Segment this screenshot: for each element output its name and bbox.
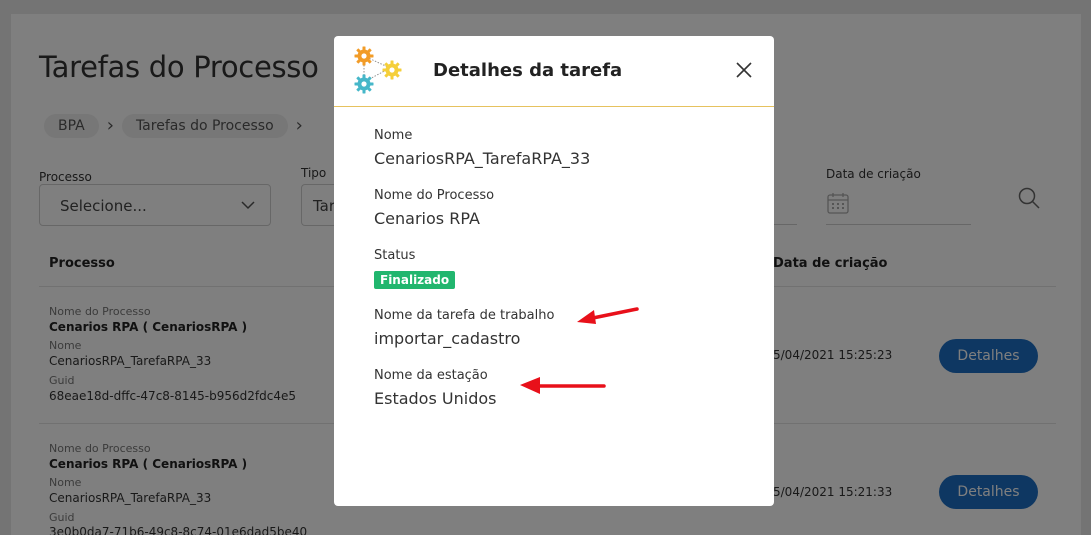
modal-header: Detalhes da tarefa [334, 36, 774, 107]
status-label: Status [374, 248, 416, 263]
tarefa-trabalho-label: Nome da tarefa de trabalho [374, 308, 555, 323]
gears-logo-icon [354, 46, 402, 94]
estacao-value: Estados Unidos [374, 389, 497, 408]
estacao-label: Nome da estação [374, 368, 488, 383]
processo-value: Cenarios RPA [374, 209, 480, 228]
modal-title: Detalhes da tarefa [433, 60, 623, 81]
close-icon[interactable] [734, 60, 754, 80]
red-arrow-icon [520, 377, 606, 394]
processo-label: Nome do Processo [374, 188, 495, 203]
nome-label: Nome [374, 128, 413, 143]
task-details-modal: Detalhes da tarefa Nome CenariosRPA_Tare… [334, 36, 774, 506]
red-arrow-icon [577, 307, 639, 324]
nome-value: CenariosRPA_TarefaRPA_33 [374, 149, 591, 168]
tarefa-trabalho-value: importar_cadastro [374, 329, 521, 348]
status-badge: Finalizado [374, 271, 456, 289]
